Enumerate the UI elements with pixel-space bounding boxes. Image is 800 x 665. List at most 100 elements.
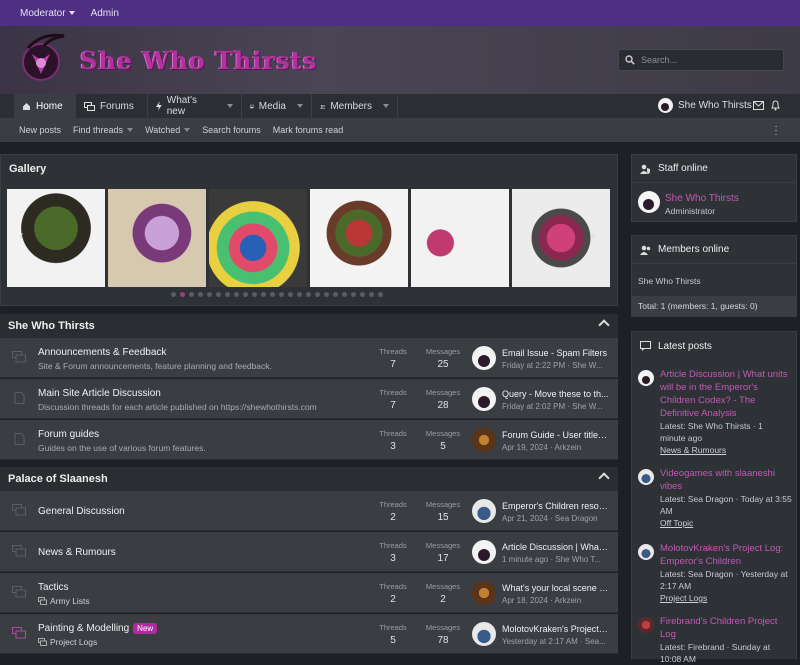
last-post-title[interactable]: Query - Move these to th...	[502, 389, 610, 399]
title-line[interactable]: Log	[660, 629, 676, 640]
chevron-down-icon[interactable]	[383, 104, 389, 108]
forum-title[interactable]: Forum guides	[38, 429, 99, 440]
gallery-dot[interactable]	[225, 292, 230, 297]
avatar[interactable]	[472, 499, 496, 523]
gallery-dot[interactable]	[288, 292, 293, 297]
subnav-watched[interactable]: Watched	[145, 125, 191, 135]
forum-row[interactable]: Forum guides Guides on the use of variou…	[0, 420, 618, 460]
gallery-dot[interactable]	[171, 292, 176, 297]
avatar[interactable]	[638, 544, 654, 560]
gallery-dot[interactable]	[243, 292, 248, 297]
staff-name[interactable]: She Who Thirsts	[665, 193, 739, 204]
forum-row[interactable]: Announcements & Feedback Site & Forum an…	[0, 338, 618, 378]
forum-title[interactable]: Announcements & Feedback	[38, 347, 166, 358]
search-box[interactable]: Search...	[618, 49, 784, 71]
bell-icon[interactable]	[771, 100, 780, 111]
inbox-icon[interactable]	[753, 101, 764, 110]
title-line[interactable]: Children Codex? - The	[660, 395, 755, 406]
avatar[interactable]	[472, 387, 496, 411]
gallery-dot[interactable]	[261, 292, 266, 297]
category-header[interactable]: She Who Thirsts	[0, 314, 618, 338]
gallery-dot[interactable]	[207, 292, 212, 297]
admin-link[interactable]: Admin	[91, 8, 119, 19]
site-logo[interactable]	[14, 30, 70, 88]
latest-post-item[interactable]: Firebrand's Children Project Log Latest: …	[638, 615, 793, 665]
latest-post-title[interactable]: Article Discussion | What units will be i…	[638, 368, 793, 420]
title-line[interactable]: Definitive Analysis	[660, 408, 737, 419]
title-line[interactable]: will be in the Emperor's	[660, 382, 758, 393]
gallery-dot[interactable]	[378, 292, 383, 297]
latest-post-forum-link[interactable]: Off Topic	[638, 517, 793, 529]
chevron-down-icon[interactable]	[227, 104, 233, 108]
title-line[interactable]: Article Discussion | What units	[660, 369, 788, 380]
forum-row[interactable]: General Discussion Threads 2 Messages 15 E…	[0, 491, 618, 531]
user-menu[interactable]: She Who Thirsts	[658, 98, 752, 113]
tab-forums[interactable]: Forums	[76, 94, 148, 118]
title-line[interactable]: vibes	[660, 481, 682, 492]
last-post-title[interactable]: What's your local scene / ...	[502, 583, 610, 593]
gallery-image[interactable]	[310, 189, 408, 287]
latest-post-item[interactable]: Article Discussion | What units will be i…	[638, 368, 793, 456]
gallery-dot[interactable]	[360, 292, 365, 297]
forum-title-text[interactable]: Painting & Modelling	[38, 623, 129, 634]
subnav-find-threads[interactable]: Find threads	[73, 125, 134, 135]
gallery-dot[interactable]	[279, 292, 284, 297]
avatar[interactable]	[638, 617, 654, 633]
last-post-title[interactable]: MolotovKraken's Project L...	[502, 624, 610, 634]
latest-post-title[interactable]: Firebrand's Children Project Log	[638, 615, 793, 641]
category-title[interactable]: She Who Thirsts	[8, 320, 95, 332]
tab-media[interactable]: Media	[242, 94, 312, 118]
last-post-title[interactable]: Emperor's Children resour...	[502, 501, 610, 511]
last-post-title[interactable]: Forum Guide - User titles ...	[502, 430, 610, 440]
gallery-image[interactable]	[108, 189, 206, 287]
forum-title[interactable]: Main Site Article Discussion	[38, 388, 161, 399]
gallery-dot[interactable]	[369, 292, 374, 297]
subforum-link[interactable]: Army Lists	[38, 596, 90, 606]
latest-post-forum-link[interactable]: Project Logs	[638, 592, 793, 604]
forum-row[interactable]: Painting & Modelling New Project Logs Thr…	[0, 614, 618, 654]
gallery-dot[interactable]	[351, 292, 356, 297]
site-name[interactable]: She Who Thirsts	[80, 46, 317, 75]
latest-post-title[interactable]: Videogames with slaaneshi vibes	[638, 467, 793, 493]
last-post-title[interactable]: Email Issue - Spam Filters	[502, 348, 610, 358]
gallery-dot[interactable]	[252, 292, 257, 297]
search-input[interactable]: Search...	[641, 55, 677, 65]
forum-row[interactable]: News & Rumours Threads 3 Messages 17 Artic…	[0, 532, 618, 572]
gallery-dot[interactable]	[324, 292, 329, 297]
avatar[interactable]	[472, 346, 496, 370]
category-title[interactable]: Palace of Slaanesh	[8, 473, 108, 485]
avatar[interactable]	[638, 191, 660, 213]
avatar[interactable]	[472, 622, 496, 646]
forum-row[interactable]: Tactics Army Lists Threads 2 Messages 2 Wh…	[0, 573, 618, 613]
latest-post-item[interactable]: Videogames with slaaneshi vibes Latest: S…	[638, 467, 793, 529]
subforum-link[interactable]: Project Logs	[38, 637, 97, 647]
forum-title[interactable]: Tactics	[38, 582, 69, 593]
gallery-dot[interactable]	[189, 292, 194, 297]
forum-row[interactable]: Main Site Article Discussion Discussion …	[0, 379, 618, 419]
online-member-link[interactable]: She Who Thirsts	[638, 276, 701, 286]
title-line[interactable]: Videogames with slaaneshi	[660, 468, 775, 479]
avatar[interactable]	[472, 540, 496, 564]
tab-home[interactable]: Home	[14, 94, 76, 118]
avatar[interactable]	[472, 428, 496, 452]
last-post-title[interactable]: Article Discussion | What ...	[502, 542, 610, 552]
subnav-search-forums[interactable]: Search forums	[202, 125, 261, 135]
latest-post-forum-link[interactable]: News & Rumours	[638, 444, 793, 456]
chevron-up-icon[interactable]	[598, 319, 610, 331]
gallery-dot[interactable]	[216, 292, 221, 297]
chevron-up-icon[interactable]	[598, 472, 610, 484]
avatar[interactable]	[638, 469, 654, 485]
gallery-dot[interactable]	[180, 292, 185, 297]
forum-title[interactable]: Painting & Modelling New	[38, 623, 158, 634]
tab-whats-new[interactable]: What's new	[148, 94, 242, 118]
gallery-dot[interactable]	[333, 292, 338, 297]
gallery-dot[interactable]	[270, 292, 275, 297]
gallery-dot[interactable]	[306, 292, 311, 297]
gallery-dot[interactable]	[315, 292, 320, 297]
title-line[interactable]: Firebrand's Children Project	[660, 616, 777, 627]
gallery-image[interactable]	[209, 189, 307, 287]
gallery-next-icon[interactable]: ›	[591, 227, 596, 243]
tab-members[interactable]: Members	[312, 94, 398, 118]
category-header[interactable]: Palace of Slaanesh	[0, 467, 618, 491]
subnav-new-posts[interactable]: New posts	[19, 125, 61, 135]
